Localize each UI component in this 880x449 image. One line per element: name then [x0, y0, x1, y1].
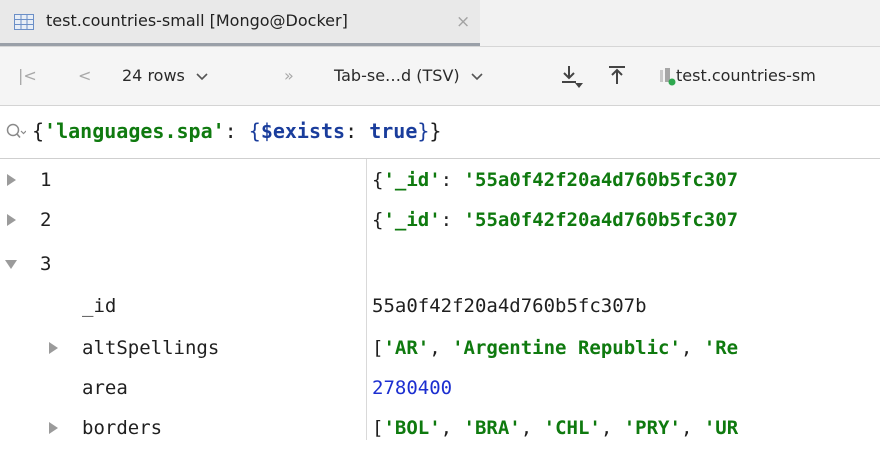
previous-page-button[interactable]: < — [78, 65, 91, 87]
expand-arrow-icon[interactable] — [46, 421, 60, 435]
editor-tab-bar: test.countries-small [Mongo@Docker] × — [0, 0, 880, 47]
tree-row[interactable]: 3 — [0, 243, 880, 285]
field-key: _id — [82, 295, 117, 317]
collapse-arrow-icon[interactable] — [4, 257, 18, 271]
row-value: {'_id': '55a0f42f20a4d760b5fc307 — [372, 209, 739, 231]
row-count-label: 24 rows — [122, 66, 185, 85]
filter-key: 'languages.spa' — [44, 119, 225, 143]
row-key: 3 — [40, 253, 52, 275]
expand-arrow-icon[interactable] — [4, 213, 18, 227]
filter-operator: $exists — [260, 119, 346, 143]
tree-row[interactable]: altSpellings ['AR', 'Argentine Republic'… — [0, 327, 880, 369]
export-format-label: Tab-se…d (TSV) — [334, 66, 460, 85]
field-key: altSpellings — [82, 337, 220, 359]
download-icon[interactable] — [558, 63, 584, 89]
tree-row[interactable]: borders ['BOL', 'BRA', 'CHL', 'PRY', 'UR — [0, 407, 880, 449]
export-format-dropdown[interactable]: Tab-se…d (TSV) — [334, 65, 483, 87]
tree-row[interactable]: area 2780400 — [0, 367, 880, 409]
row-key: 2 — [40, 209, 52, 231]
datasource-label[interactable]: test.countries-sm — [676, 65, 816, 87]
row-count-dropdown[interactable]: 24 rows — [122, 65, 208, 87]
tab-countries-small[interactable]: test.countries-small [Mongo@Docker] × — [0, 0, 480, 46]
results-toolbar: |< < 24 rows » Tab-se…d (TSV) test.count… — [0, 47, 880, 106]
tab-title: test.countries-small [Mongo@Docker] — [46, 11, 348, 30]
field-value: ['BOL', 'BRA', 'CHL', 'PRY', 'UR — [372, 417, 739, 439]
row-key: 1 — [40, 169, 52, 191]
row-value: {'_id': '55a0f42f20a4d760b5fc307 — [372, 169, 739, 191]
expand-arrow-icon[interactable] — [4, 173, 18, 187]
chevron-down-icon — [196, 72, 208, 80]
tree-row[interactable]: 2 {'_id': '55a0f42f20a4d760b5fc307 — [0, 199, 880, 241]
field-key: borders — [82, 417, 163, 439]
upload-icon[interactable] — [606, 64, 628, 86]
tree-row[interactable]: _id 55a0f42f20a4d760b5fc307b — [0, 285, 880, 327]
filter-value: true — [369, 119, 418, 143]
table-icon — [14, 14, 34, 30]
first-page-button[interactable]: |< — [18, 65, 37, 87]
field-value: 2780400 — [372, 377, 453, 399]
filter-expression[interactable]: {'languages.spa': {$exists: true}} — [32, 118, 441, 144]
chevron-down-icon — [471, 72, 483, 80]
filter-bar[interactable]: {'languages.spa': {$exists: true}} — [0, 106, 880, 159]
document-tree-grid: 1 {'_id': '55a0f42f20a4d760b5fc307 2 {'_… — [0, 159, 880, 440]
field-value: ['AR', 'Argentine Republic', 'Re — [372, 337, 739, 359]
expand-arrow-icon[interactable] — [46, 341, 60, 355]
field-value: 55a0f42f20a4d760b5fc307b — [372, 295, 647, 317]
tree-row[interactable]: 1 {'_id': '55a0f42f20a4d760b5fc307 — [0, 159, 880, 201]
close-icon[interactable]: × — [456, 11, 470, 33]
more-actions-button[interactable]: » — [284, 65, 294, 87]
field-key: area — [82, 377, 128, 399]
search-icon[interactable] — [6, 123, 26, 141]
